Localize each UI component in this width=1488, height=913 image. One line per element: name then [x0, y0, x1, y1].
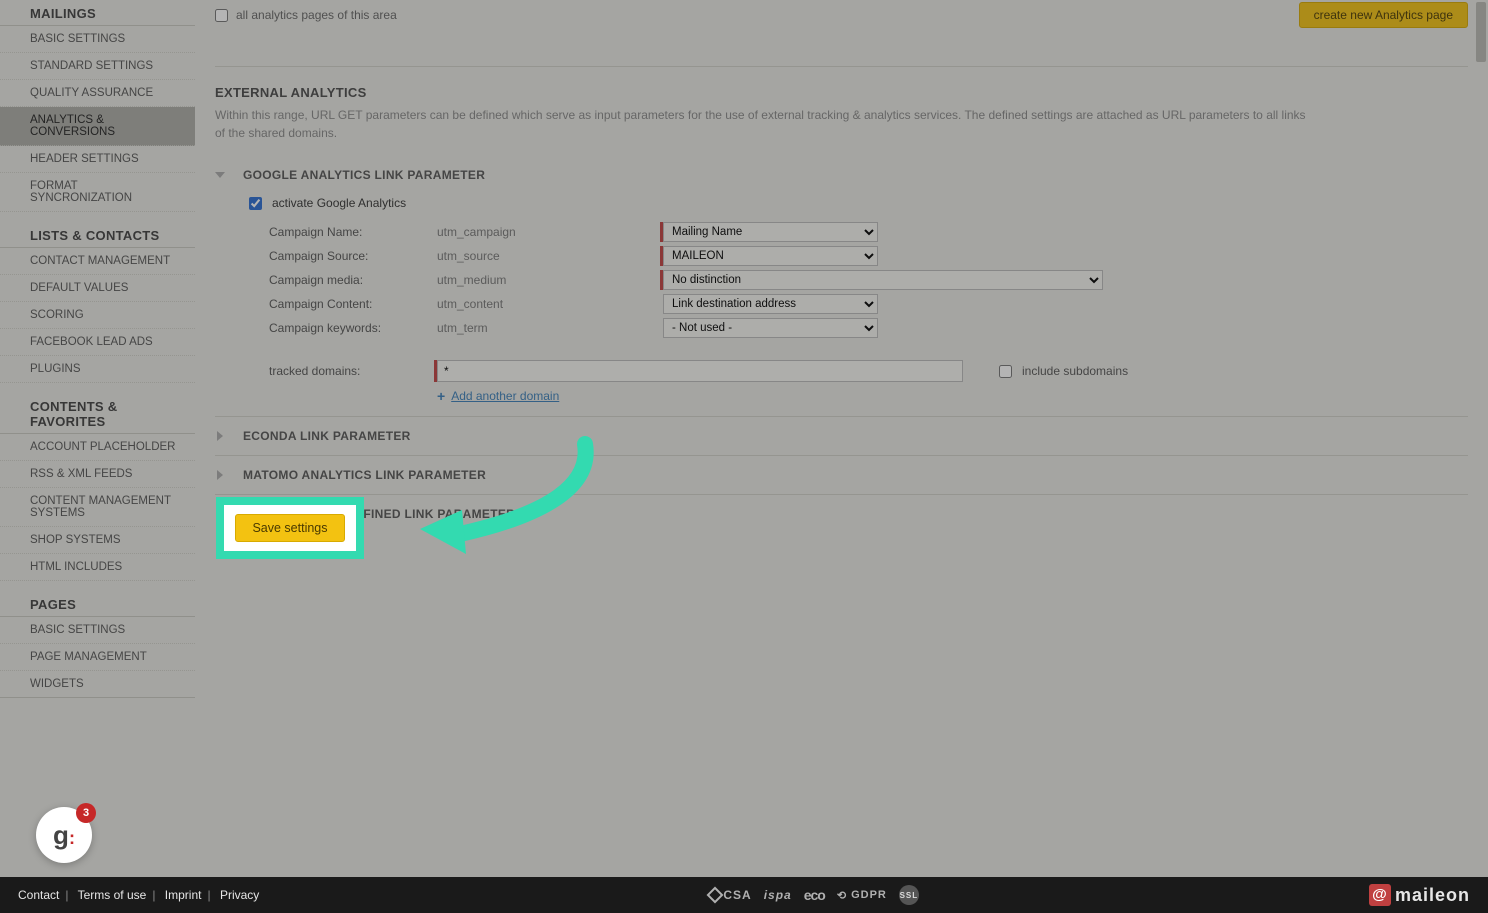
chevron-down-icon	[215, 170, 225, 180]
footer-links: Contact| Terms of use| Imprint| Privacy	[18, 888, 259, 902]
sidebar-item-default-values[interactable]: DEFAULT VALUES	[0, 275, 195, 302]
sidebar-item-plugins[interactable]: PLUGINS	[0, 356, 195, 383]
sidebar-item-quality-assurance[interactable]: QUALITY ASSURANCE	[0, 80, 195, 107]
tracked-domains-input[interactable]	[437, 360, 963, 382]
google-analytics-section: GOOGLE ANALYTICS LINK PARAMETER activate…	[215, 156, 1468, 417]
sidebar-item-standard-settings[interactable]: STANDARD SETTINGS	[0, 53, 195, 80]
footer-badges: CSA ispa eco ⟲ GDPR SSL	[709, 885, 918, 905]
gdpr-badge: ⟲ GDPR	[837, 889, 887, 902]
save-settings-highlight: Save settings	[216, 497, 364, 559]
eco-badge: eco	[804, 887, 825, 903]
sidebar-item-page-management[interactable]: PAGE MANAGEMENT	[0, 644, 195, 671]
external-analytics-desc: Within this range, URL GET parameters ca…	[215, 106, 1315, 142]
activate-ga-label: activate Google Analytics	[272, 196, 406, 210]
save-settings-button[interactable]: Save settings	[235, 514, 344, 542]
all-analytics-pages-checkbox-row[interactable]: all analytics pages of this area	[215, 8, 397, 22]
footer-link-terms[interactable]: Terms of use	[78, 888, 147, 902]
google-analytics-header-label: GOOGLE ANALYTICS LINK PARAMETER	[243, 168, 485, 182]
econda-header[interactable]: ECONDA LINK PARAMETER	[215, 429, 1468, 443]
all-analytics-pages-checkbox[interactable]	[215, 9, 228, 22]
maileon-brand-text: maileon	[1395, 885, 1470, 906]
footer-link-privacy[interactable]: Privacy	[220, 888, 259, 902]
main-content: all analytics pages of this area create …	[195, 0, 1488, 913]
include-subdomains-row[interactable]: include subdomains	[999, 364, 1128, 378]
sidebar-item-html-includes[interactable]: HTML INCLUDES	[0, 554, 195, 581]
sidebar-item-header-settings[interactable]: HEADER SETTINGS	[0, 146, 195, 173]
sidebar-section-contents: CONTENTS & FAVORITES	[0, 393, 195, 434]
matomo-section: MATOMO ANALYTICS LINK PARAMETER	[215, 456, 1468, 495]
include-subdomains-checkbox[interactable]	[999, 365, 1012, 378]
sidebar-item-format-sync[interactable]: FORMAT SYNCRONIZATION	[0, 173, 195, 212]
scrollbar-thumb[interactable]	[1476, 2, 1486, 62]
campaign-keywords-key: utm_term	[437, 321, 663, 335]
campaign-media-select[interactable]: No distinction	[663, 270, 1103, 290]
activate-ga-row[interactable]: activate Google Analytics	[249, 196, 1468, 210]
campaign-content-label: Campaign Content:	[269, 297, 437, 311]
campaign-source-label: Campaign Source:	[269, 249, 437, 263]
chevron-right-icon	[215, 431, 225, 441]
campaign-keywords-label: Campaign keywords:	[269, 321, 437, 335]
sidebar-section-lists: LISTS & CONTACTS	[0, 222, 195, 248]
sidebar-item-cms[interactable]: CONTENT MANAGEMENT SYSTEMS	[0, 488, 195, 527]
sidebar-section-pages: PAGES	[0, 591, 195, 617]
tracked-domains-label: tracked domains:	[269, 364, 437, 378]
maileon-logo-icon: @	[1369, 884, 1391, 906]
all-analytics-pages-label: all analytics pages of this area	[236, 8, 397, 22]
user-defined-header[interactable]: ACTIVATE USER-DEFINED LINK PARAMETER	[215, 507, 1468, 521]
create-analytics-page-button[interactable]: create new Analytics page	[1299, 2, 1468, 28]
sidebar-item-shop-systems[interactable]: SHOP SYSTEMS	[0, 527, 195, 554]
matomo-header-label: MATOMO ANALYTICS LINK PARAMETER	[243, 468, 486, 482]
activate-ga-checkbox[interactable]	[249, 197, 262, 210]
sidebar-item-contact-management[interactable]: CONTACT MANAGEMENT	[0, 248, 195, 275]
chevron-right-icon	[215, 470, 225, 480]
scrollbar[interactable]	[1474, 0, 1488, 877]
footer: Contact| Terms of use| Imprint| Privacy …	[0, 877, 1488, 913]
campaign-media-label: Campaign media:	[269, 273, 437, 287]
sidebar-section-mailings: MAILINGS	[0, 0, 195, 26]
sidebar-item-account-placeholder[interactable]: ACCOUNT PLACEHOLDER	[0, 434, 195, 461]
campaign-keywords-select[interactable]: - Not used -	[663, 318, 878, 338]
ssl-badge: SSL	[899, 885, 919, 905]
matomo-header[interactable]: MATOMO ANALYTICS LINK PARAMETER	[215, 468, 1468, 482]
campaign-media-key: utm_medium	[437, 273, 663, 287]
sidebar-item-basic-settings[interactable]: BASIC SETTINGS	[0, 26, 195, 53]
sidebar-item-widgets[interactable]: WIDGETS	[0, 671, 195, 698]
csa-badge: CSA	[709, 888, 751, 902]
help-bubble-badge: 3	[76, 803, 96, 823]
ga-params-table: Campaign Name: utm_campaign Mailing Name…	[269, 220, 1468, 404]
campaign-name-key: utm_campaign	[437, 225, 663, 239]
footer-brand: @ maileon	[1369, 884, 1470, 906]
campaign-source-select[interactable]: MAILEON	[663, 246, 878, 266]
sidebar-item-rss-xml[interactable]: RSS & XML FEEDS	[0, 461, 195, 488]
add-another-domain-link[interactable]: Add another domain	[451, 389, 559, 403]
external-analytics-title: EXTERNAL ANALYTICS	[215, 66, 1468, 100]
campaign-name-label: Campaign Name:	[269, 225, 437, 239]
footer-link-imprint[interactable]: Imprint	[165, 888, 202, 902]
sidebar-item-facebook-lead-ads[interactable]: FACEBOOK LEAD ADS	[0, 329, 195, 356]
campaign-name-select[interactable]: Mailing Name	[663, 222, 878, 242]
help-bubble[interactable]: g: 3	[36, 807, 92, 863]
campaign-content-key: utm_content	[437, 297, 663, 311]
sidebar-item-pages-basic[interactable]: BASIC SETTINGS	[0, 617, 195, 644]
help-bubble-icon: g:	[53, 820, 75, 851]
user-defined-section: ACTIVATE USER-DEFINED LINK PARAMETER	[215, 495, 1468, 533]
econda-section: ECONDA LINK PARAMETER	[215, 417, 1468, 456]
google-analytics-header[interactable]: GOOGLE ANALYTICS LINK PARAMETER	[215, 168, 1468, 182]
campaign-content-select[interactable]: Link destination address	[663, 294, 878, 314]
sidebar-item-analytics-conversions[interactable]: ANALYTICS & CONVERSIONS	[0, 107, 195, 146]
sidebar: MAILINGS BASIC SETTINGS STANDARD SETTING…	[0, 0, 195, 913]
footer-link-contact[interactable]: Contact	[18, 888, 59, 902]
econda-header-label: ECONDA LINK PARAMETER	[243, 429, 411, 443]
campaign-source-key: utm_source	[437, 249, 663, 263]
plus-icon: +	[437, 388, 445, 404]
sidebar-item-scoring[interactable]: SCORING	[0, 302, 195, 329]
ispa-badge: ispa	[764, 888, 792, 902]
include-subdomains-label: include subdomains	[1022, 364, 1128, 378]
